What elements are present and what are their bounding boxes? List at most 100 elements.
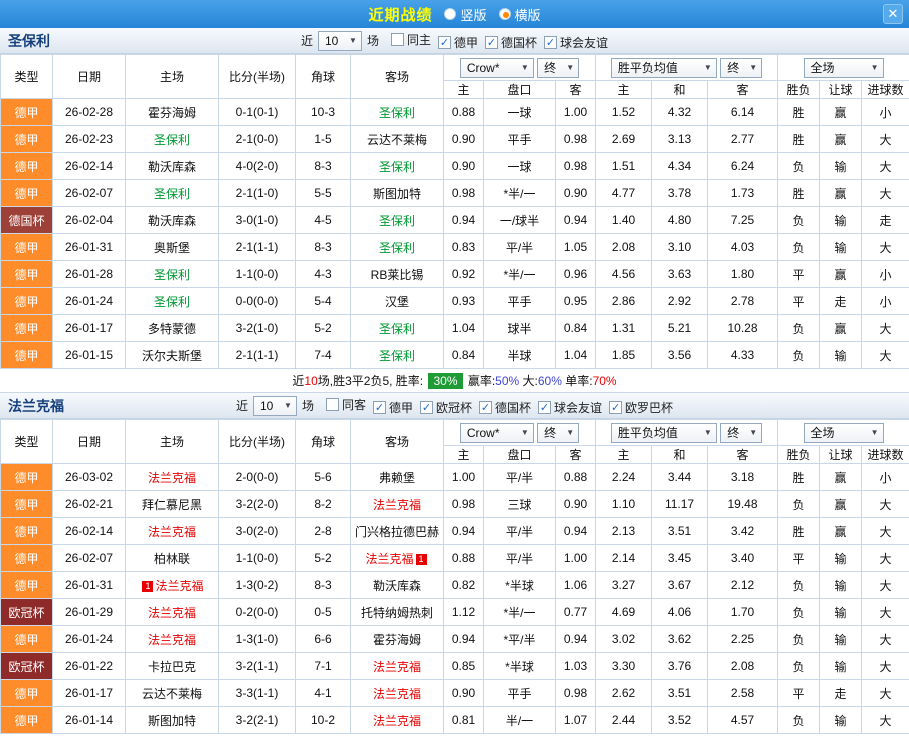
filter-option-5[interactable]: ✓ 欧罗巴杯 (609, 399, 673, 416)
avg-draw-cell: 4.80 (651, 206, 709, 234)
col-header-type: 类型 (0, 54, 53, 99)
match-row: 德甲 26-01-17 多特蒙德 3-2(1-0) 5-2 圣保利 1.04 球半 0.84 1.… (0, 314, 909, 342)
league-cell: 德甲 (0, 287, 53, 315)
col-header-result: 胜负 (777, 445, 821, 464)
checkbox-checked-icon[interactable]: ✓ (479, 400, 493, 414)
filter-option-1[interactable]: ✓ 德甲 (372, 399, 413, 416)
odds-stage-select[interactable]: 终 ▼ (537, 422, 580, 443)
match-result-cell: 负 (777, 152, 821, 180)
home-team-cell: 勒沃库森 (125, 152, 219, 180)
checkbox-checked-icon[interactable]: ✓ (609, 400, 623, 414)
goals-result-cell: 大 (861, 490, 909, 518)
home-odds-cell: 0.85 (443, 652, 484, 680)
match-count-select[interactable]: 10 ▼ (317, 30, 362, 51)
avg-away-cell: 2.58 (707, 679, 779, 707)
filter-option-0[interactable]: 同客 (325, 396, 366, 413)
recent-results-panel: 近期战绩 竖版 横版 ✕ 圣保利 近 10 ▼ 场 同主 ✓ 德甲 ✓ 德国杯 ✓ 球会友谊 (0, 0, 909, 734)
score-cell: 1-1(0-0) (218, 544, 296, 572)
score-cell: 3-0(2-0) (218, 517, 296, 545)
corners-cell: 8-3 (295, 233, 351, 261)
filter-option-1[interactable]: ✓ 德甲 (438, 34, 478, 51)
filter-option-2[interactable]: ✓ 欧冠杯 (420, 399, 472, 416)
near-label: 近 (235, 399, 248, 413)
avg-odds-select[interactable]: 胜平负均值 ▼ (610, 422, 717, 443)
bookmaker-select[interactable]: Crow* ▼ (459, 422, 534, 443)
away-odds-cell: 0.98 (554, 679, 597, 707)
away-odds-cell: 1.00 (554, 98, 597, 126)
away-odds-cell: 0.84 (554, 314, 597, 342)
away-odds-cell: 0.94 (554, 206, 597, 234)
match-count-value: 10 (324, 33, 339, 48)
odds-stage-value: 终 (544, 61, 557, 75)
checkbox-checked-icon[interactable]: ✓ (538, 400, 552, 414)
avg-stage-select[interactable]: 终 ▼ (720, 57, 763, 78)
filter-label: 球会友谊 (554, 400, 603, 415)
summary-text: 单率: (561, 374, 593, 388)
col-header-avg-away: 客 (707, 80, 779, 99)
team-name: 卡拉巴克 (147, 659, 196, 674)
near-label: 近 (300, 34, 313, 48)
checkbox-unchecked-icon[interactable] (325, 397, 339, 411)
checkbox-checked-icon[interactable]: ✓ (438, 35, 451, 49)
avg-home-cell: 1.51 (595, 152, 653, 180)
bookmaker-select[interactable]: Crow* ▼ (459, 57, 534, 78)
checkbox-unchecked-icon[interactable] (390, 32, 404, 46)
avg-stage-select[interactable]: 终 ▼ (720, 422, 763, 443)
date-cell: 26-02-14 (52, 517, 126, 545)
goals-result-cell: 大 (861, 652, 909, 680)
match-count-select[interactable]: 10 ▼ (252, 395, 297, 416)
home-odds-cell: 0.93 (443, 287, 484, 315)
avg-home-cell: 2.62 (595, 679, 653, 707)
chevron-down-icon: ▼ (284, 401, 292, 410)
score-cell: 1-3(1-0) (218, 625, 296, 653)
filter-option-3[interactable]: ✓ 球会友谊 (544, 34, 608, 51)
summary-text: 大: (519, 374, 538, 388)
home-odds-cell: 0.83 (443, 233, 484, 261)
away-odds-cell: 0.90 (554, 490, 597, 518)
filter-bar: 近 10 ▼ 场 同客 ✓ 德甲 ✓ 欧冠杯 ✓ 德国杯 ✓ 球会友谊 ✓ 欧罗巴杯 (235, 395, 673, 416)
avg-odds-select[interactable]: 胜平负均值 ▼ (610, 57, 717, 78)
col-header-date: 日期 (52, 54, 126, 99)
layout-vertical-radio[interactable]: 竖版 (444, 5, 487, 24)
handicap-cell: 平手 (483, 287, 556, 315)
odds-stage-select[interactable]: 终 ▼ (537, 57, 580, 78)
filter-option-3[interactable]: ✓ 德国杯 (479, 399, 531, 416)
avg-draw-cell: 3.52 (651, 706, 709, 734)
chevron-down-icon: ▼ (566, 63, 575, 72)
away-team-cell: 云达不莱梅 (350, 125, 444, 153)
match-row: 德甲 26-01-24 法兰克福 1-3(1-0) 6-6 霍芬海姆 0.94 *平/半 0.9… (0, 625, 909, 653)
home-team-cell: 云达不莱梅 (125, 679, 219, 707)
close-icon[interactable]: ✕ (883, 4, 903, 24)
away-team-cell: 圣保利 (350, 98, 444, 126)
avg-home-cell: 4.77 (595, 179, 653, 207)
handicap-cell: *半/一 (483, 598, 556, 626)
goals-result-cell: 大 (861, 625, 909, 653)
match-result-cell: 负 (777, 571, 821, 599)
team-name: 奥斯堡 (153, 240, 190, 255)
score-cell: 2-1(0-0) (218, 125, 296, 153)
home-team-cell: 奥斯堡 (125, 233, 219, 261)
checkbox-checked-icon[interactable]: ✓ (485, 35, 499, 49)
summary-text: 10 (304, 373, 318, 388)
layout-horizontal-radio[interactable]: 横版 (498, 5, 541, 24)
scope-select[interactable]: 全场 ▼ (803, 57, 884, 78)
handicap-cell: 半球 (483, 341, 556, 369)
filter-option-0[interactable]: 同主 (390, 31, 431, 48)
filter-option-4[interactable]: ✓ 球会友谊 (538, 399, 602, 416)
checkbox-checked-icon[interactable]: ✓ (372, 400, 386, 414)
filter-option-2[interactable]: ✓ 德国杯 (485, 34, 537, 51)
col-header-away: 客场 (350, 419, 444, 464)
panel-title: 近期战绩 (368, 6, 433, 24)
away-team-cell: 法兰克福 (350, 490, 444, 518)
match-result-cell: 平 (777, 287, 821, 315)
checkbox-checked-icon[interactable]: ✓ (544, 35, 558, 49)
scope-select[interactable]: 全场 ▼ (803, 422, 884, 443)
chevron-down-icon: ▼ (749, 63, 758, 72)
away-team-cell: 弗赖堡 (350, 463, 444, 491)
home-team-cell: 圣保利 (125, 179, 219, 207)
team-name: 圣保利 (378, 348, 415, 363)
away-odds-cell: 0.98 (554, 152, 597, 180)
avg-home-cell: 2.44 (595, 706, 653, 734)
avg-draw-cell: 2.92 (651, 287, 709, 315)
checkbox-checked-icon[interactable]: ✓ (420, 400, 433, 414)
